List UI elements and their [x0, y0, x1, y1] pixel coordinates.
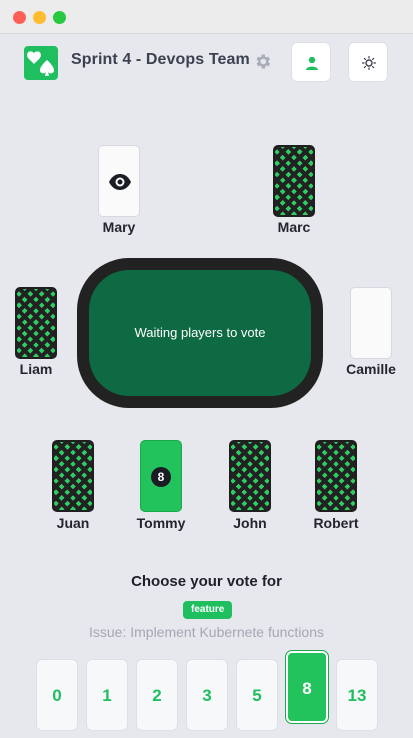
app-logo — [24, 46, 58, 80]
player-name: Camille — [346, 361, 396, 377]
vote-chip: 8 — [151, 467, 171, 487]
theme-toggle-button[interactable] — [348, 42, 388, 82]
vote-card-13[interactable]: 13 — [336, 659, 378, 731]
vote-card-3[interactable]: 3 — [186, 659, 228, 731]
close-window-button[interactable] — [13, 11, 26, 24]
player-card-camille — [350, 287, 392, 359]
player-card-juan — [52, 440, 94, 512]
vote-card-1[interactable]: 1 — [86, 659, 128, 731]
cards-logo-icon — [27, 51, 55, 76]
window-titlebar — [0, 0, 413, 34]
vote-card-0[interactable]: 0 — [36, 659, 78, 731]
player-card-liam — [15, 287, 57, 359]
gear-icon[interactable] — [253, 52, 272, 71]
vote-card-8-selected[interactable]: 8 — [286, 651, 328, 723]
player-card-marc — [273, 145, 315, 217]
player-name: Liam — [19, 361, 53, 377]
poker-table-felt: Waiting players to vote — [89, 270, 311, 396]
player-name: John — [233, 515, 267, 531]
player-name: Marc — [277, 219, 311, 235]
vote-card-5[interactable]: 5 — [236, 659, 278, 731]
player-name: Juan — [56, 515, 90, 531]
vote-heading: Choose your vote for — [131, 573, 282, 590]
player-name: Robert — [313, 515, 359, 531]
player-name: Mary — [102, 219, 136, 235]
issue-tag-badge: feature — [183, 601, 233, 619]
player-card-john — [229, 440, 271, 512]
sun-icon — [361, 55, 377, 71]
user-profile-button[interactable] — [291, 42, 331, 82]
zoom-window-button[interactable] — [53, 11, 66, 24]
player-card-robert — [315, 440, 357, 512]
vote-card-2[interactable]: 2 — [136, 659, 178, 731]
player-card-mary — [98, 145, 140, 217]
user-icon — [306, 56, 318, 70]
poker-table: Waiting players to vote — [77, 258, 323, 408]
table-status-text: Waiting players to vote — [134, 325, 266, 340]
minimize-window-button[interactable] — [33, 11, 46, 24]
app-header: Sprint 4 - Devops Team — [0, 34, 413, 94]
eye-icon — [109, 174, 131, 190]
page-title: Sprint 4 - Devops Team — [71, 51, 250, 68]
player-name: Tommy — [136, 515, 186, 531]
player-card-tommy: 8 — [140, 440, 182, 512]
issue-title: Issue: Implement Kubernete functions — [88, 624, 325, 640]
